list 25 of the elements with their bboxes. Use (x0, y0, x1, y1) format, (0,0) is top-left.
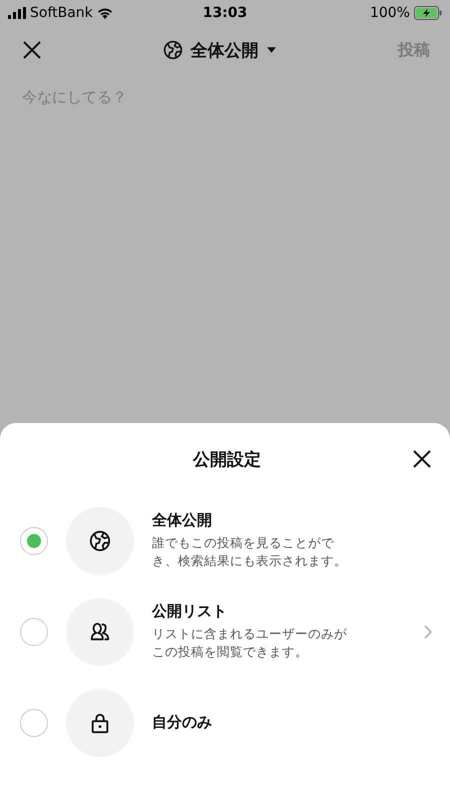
radio-button[interactable] (20, 526, 48, 554)
sheet-title: 公開設定 (193, 448, 261, 470)
option-title: 公開リスト (152, 602, 228, 621)
option-title: 全体公開 (152, 510, 213, 530)
battery-icon (414, 6, 442, 20)
caret-icon (266, 47, 276, 53)
post-input-field[interactable]: 今なにしてる？ (22, 88, 422, 148)
globe-icon (162, 40, 182, 60)
radio-button[interactable] (20, 618, 48, 646)
option-title: 自分のみ (152, 713, 213, 732)
privacy-option[interactable]: 全体公開 誰でもこの投稿を見ることができ、検索結果にも表示されます。 (0, 495, 450, 586)
globe-icon (89, 530, 111, 552)
signal-icon (8, 7, 26, 19)
clock-time: 13:03 (202, 5, 248, 21)
radio-button[interactable] (20, 708, 48, 736)
lock-icon (89, 712, 111, 734)
wifi-icon (96, 7, 113, 19)
carrier-name: SoftBank (30, 5, 93, 21)
privacy-option[interactable]: 自分のみ (0, 677, 450, 768)
option-description: 誰でもこの投稿を見ることができ、検索結果にも表示されます。 (152, 534, 348, 570)
battery-percent: 100% (370, 5, 410, 21)
privacy-option[interactable]: 公開リスト リストに含まれるユーザーのみがこの投稿を閲覧できます。 (0, 586, 450, 677)
audience-selector[interactable]: 全体公開 (158, 34, 280, 66)
people-icon (89, 620, 111, 642)
option-description: リストに含まれるユーザーのみがこの投稿を閲覧できます。 (152, 624, 348, 661)
